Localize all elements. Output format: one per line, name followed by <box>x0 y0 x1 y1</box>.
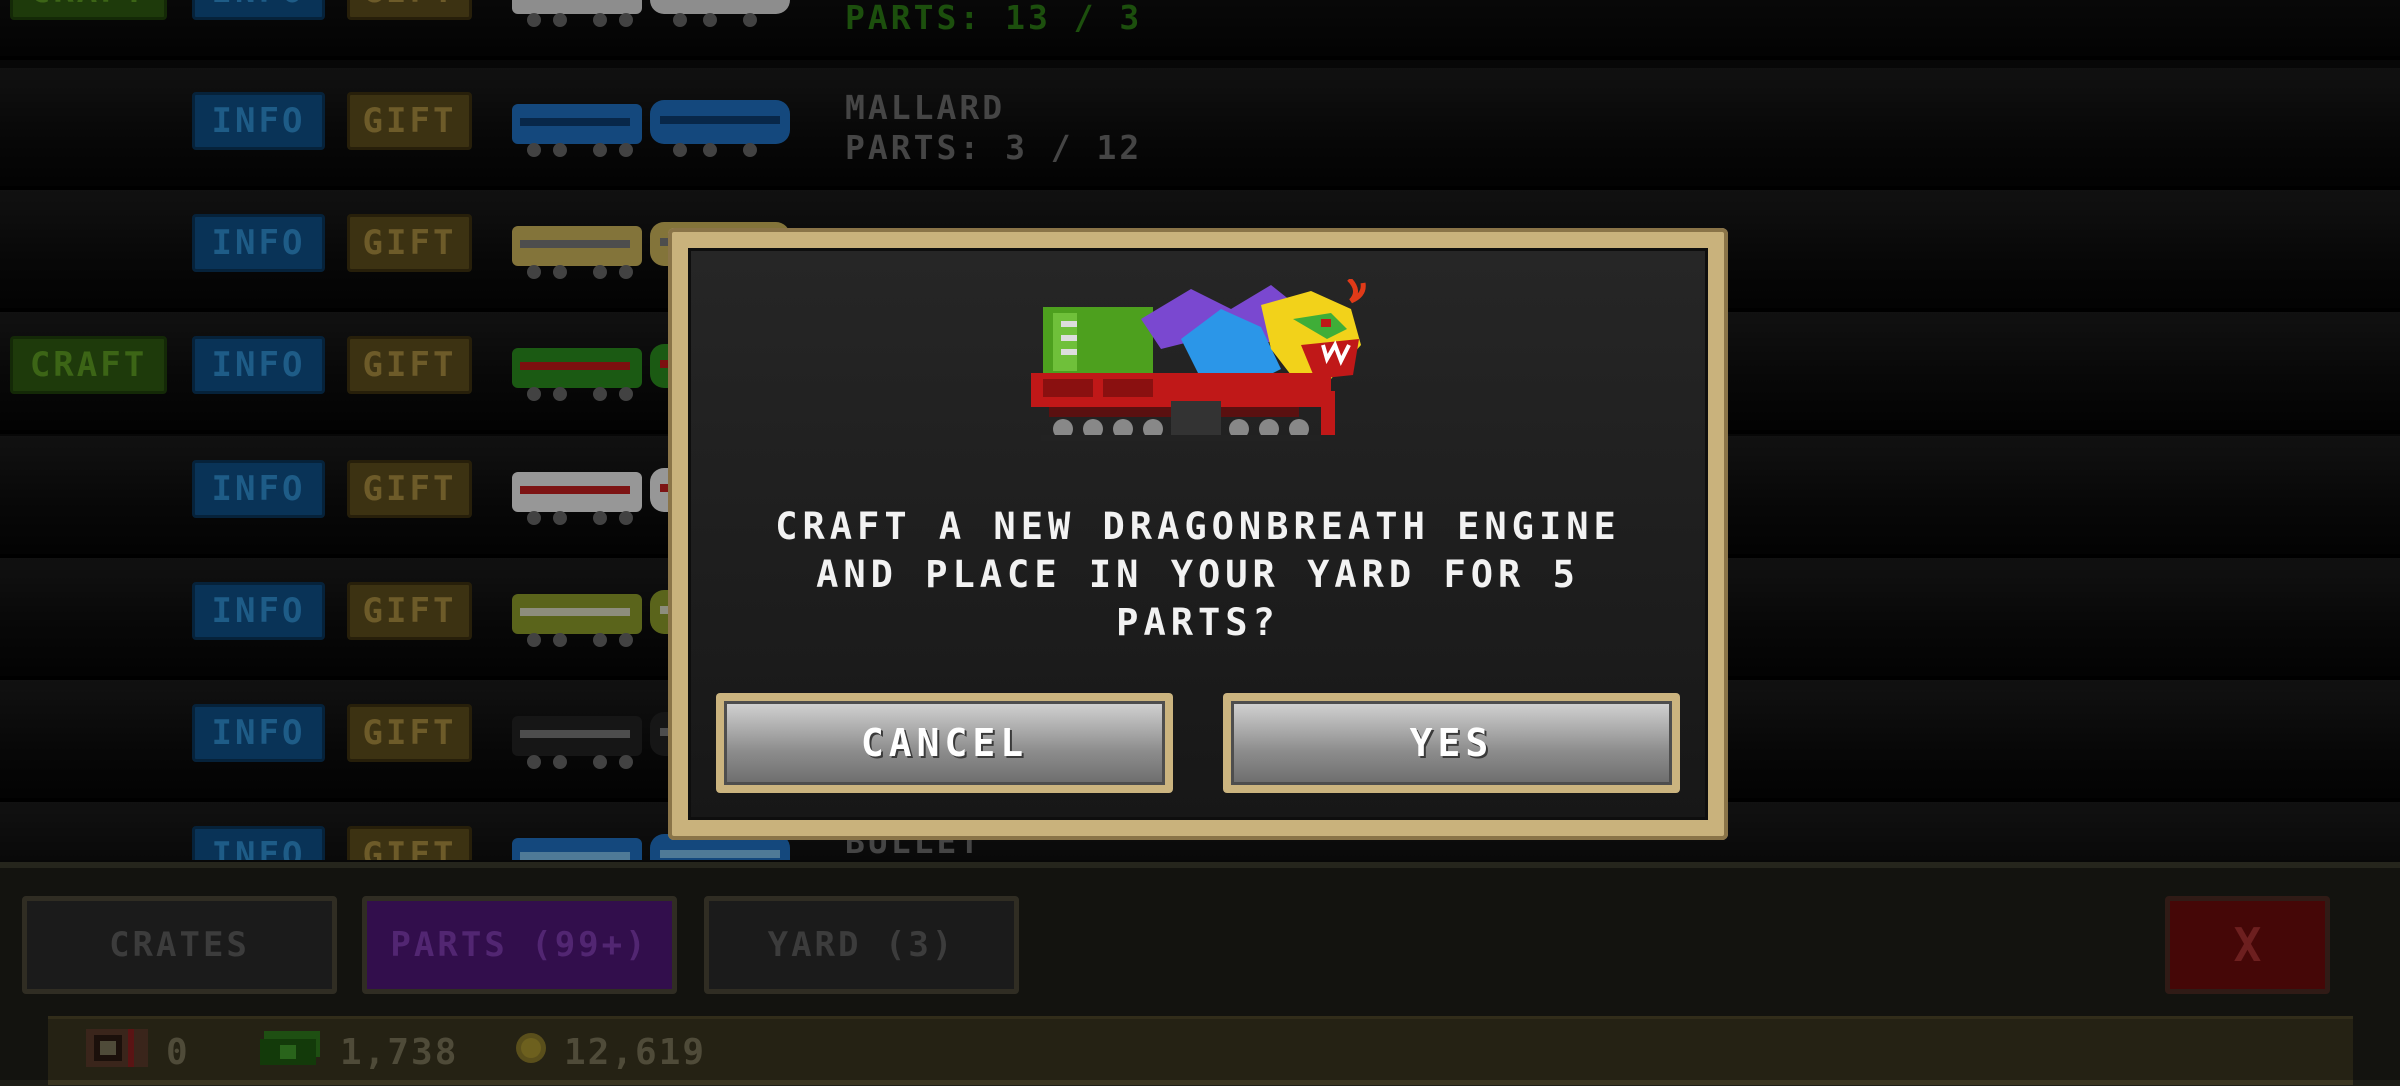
coin-counter: 12,619 <box>514 1029 706 1075</box>
gift-button[interactable]: GIFT <box>347 214 472 272</box>
info-button[interactable]: INFO <box>192 826 325 860</box>
list-item: INFO GIFT MALLARD PARTS: 3 / 12 <box>0 68 2400 190</box>
info-button[interactable]: INFO <box>192 582 325 640</box>
tab-crates[interactable]: CRATES <box>22 896 337 994</box>
gift-button[interactable]: GIFT <box>347 336 472 394</box>
close-button[interactable]: X <box>2165 896 2330 994</box>
crate-counter: 0 <box>84 1027 190 1078</box>
crate-count: 0 <box>166 1031 190 1073</box>
info-button[interactable]: INFO <box>192 704 325 762</box>
tab-yard[interactable]: YARD (3) <box>704 896 1019 994</box>
coin-amount: 12,619 <box>564 1031 707 1073</box>
gift-button[interactable]: GIFT <box>347 704 472 762</box>
cash-counter: 1,738 <box>258 1029 458 1075</box>
bottom-bar: CRATES PARTS (99+) YARD (3) X 0 1,738 12… <box>0 862 2400 1086</box>
info-button[interactable]: INFO <box>192 0 325 20</box>
gift-button[interactable]: GIFT <box>347 582 472 640</box>
coin-icon <box>514 1031 548 1074</box>
list-item: CRAFTINFOGIFTPARAGON STEAMERPARTS: 13 / … <box>0 0 2400 60</box>
cancel-button[interactable]: CANCEL <box>716 693 1173 793</box>
engine-parts-count: PARTS: 13 / 3 <box>845 0 1143 37</box>
train-icon <box>510 94 800 160</box>
info-button[interactable]: INFO <box>192 92 325 150</box>
gift-button[interactable]: GIFT <box>347 460 472 518</box>
cash-amount: 1,738 <box>340 1031 459 1073</box>
dialog-message: CRAFT A NEW DRAGONBREATH ENGINE AND PLAC… <box>775 505 1621 644</box>
currency-bar: 0 1,738 12,619 <box>48 1016 2353 1085</box>
craft-button[interactable]: CRAFT <box>10 0 167 20</box>
craft-dialog: CRAFT A NEW DRAGONBREATH ENGINE AND PLAC… <box>668 228 1728 840</box>
gift-button[interactable]: GIFT <box>347 92 472 150</box>
dragonbreath-engine-icon <box>1031 277 1371 449</box>
engine-name: MALLARD <box>845 88 1006 127</box>
info-button[interactable]: INFO <box>192 460 325 518</box>
tab-parts[interactable]: PARTS (99+) <box>362 896 677 994</box>
yes-button-label: YES <box>1231 701 1672 785</box>
engine-parts-count: PARTS: 3 / 12 <box>845 128 1143 167</box>
gift-button[interactable]: GIFT <box>347 826 472 860</box>
cash-icon <box>258 1027 324 1078</box>
info-button[interactable]: INFO <box>192 214 325 272</box>
gift-button[interactable]: GIFT <box>347 0 472 20</box>
crate-icon <box>84 1027 150 1078</box>
craft-button[interactable]: CRAFT <box>10 336 167 394</box>
info-button[interactable]: INFO <box>192 336 325 394</box>
train-icon <box>510 0 800 30</box>
cancel-button-label: CANCEL <box>724 701 1165 785</box>
yes-button[interactable]: YES <box>1223 693 1680 793</box>
